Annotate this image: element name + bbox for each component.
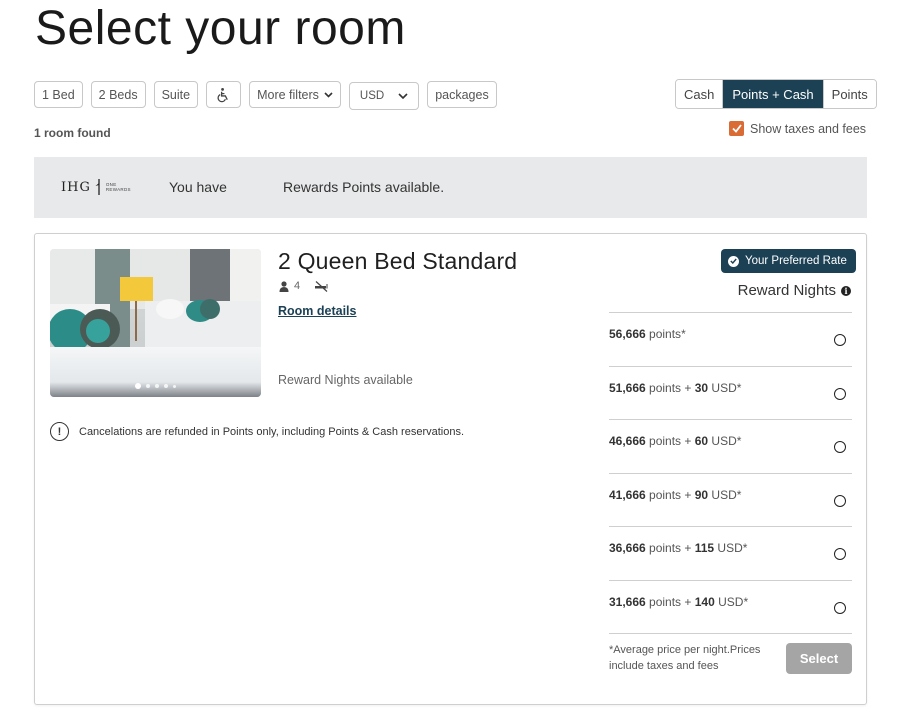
cancellation-note: ! Cancelations are refunded in Points on… [50, 422, 464, 441]
rate-option-radio[interactable] [834, 548, 846, 561]
max-guests: 4 [294, 280, 301, 292]
carousel-dot[interactable] [164, 384, 168, 388]
reward-nights-availability: Reward Nights available [278, 373, 413, 387]
room-filters: 1 Bed 2 Beds Suite More filters USD pack… [34, 81, 497, 110]
rooms-found-count: 1 room found [34, 126, 111, 140]
rate-option-text: 46,666 points + 60 USD* [609, 434, 742, 449]
carousel-dot[interactable] [135, 383, 141, 389]
ihg-one-rewards-logo: IHG ONE REWARDS [61, 179, 131, 195]
chevron-down-icon [398, 93, 408, 99]
rate-option[interactable]: 46,666 points + 60 USD* [609, 419, 852, 473]
filter-suite-button[interactable]: Suite [153, 81, 199, 108]
currency-select[interactable]: USD [348, 82, 420, 110]
rate-toggle-cash[interactable]: Cash [676, 80, 723, 108]
more-filters-label: More filters [257, 87, 319, 102]
rate-option-text: 31,666 points + 140 USD* [609, 594, 749, 609]
preferred-rate-badge: Your Preferred Rate [721, 249, 856, 273]
rewards-you-have: You have [169, 179, 227, 195]
wheelchair-icon [217, 87, 228, 102]
filter-2-beds-button[interactable]: 2 Beds [90, 81, 146, 108]
check-circle-icon [728, 255, 739, 267]
rate-type-title: Reward Nights i [738, 282, 851, 299]
show-taxes-checkbox[interactable] [729, 121, 744, 136]
rate-option[interactable]: 36,666 points + 115 USD* [609, 526, 852, 580]
show-taxes-label: Show taxes and fees [750, 121, 867, 136]
chevron-down-icon [324, 91, 333, 98]
cancellation-text: Cancelations are refunded in Points only… [79, 425, 465, 438]
preferred-rate-label: Your Preferred Rate [745, 255, 847, 267]
carousel-dot[interactable] [146, 384, 150, 388]
carousel-dot[interactable] [155, 384, 159, 388]
show-taxes-toggle[interactable]: Show taxes and fees [729, 121, 866, 136]
rate-option-radio[interactable] [834, 494, 846, 507]
room-name: 2 Queen Bed Standard [278, 248, 518, 274]
room-meta: 4 [279, 280, 329, 292]
rate-type-toggle: Cash Points + Cash Points [675, 79, 877, 109]
carousel-dot[interactable] [173, 384, 176, 388]
rewards-banner: IHG ONE REWARDS You have Rewards Points … [34, 157, 867, 218]
rate-option-text: 56,666 points* [609, 327, 686, 341]
packages-button[interactable]: packages [427, 81, 497, 108]
room-photo [50, 249, 261, 397]
more-filters-button[interactable]: More filters [249, 81, 341, 108]
rate-type-label: Reward Nights [737, 282, 836, 299]
rate-option-text: 41,666 points + 90 USD* [609, 487, 742, 502]
rate-option[interactable]: 56,666 points* [609, 312, 852, 366]
rate-toggle-points[interactable]: Points [822, 80, 876, 108]
currency-value: USD [359, 90, 385, 102]
rewards-points-available: Rewards Points available. [283, 179, 445, 195]
rate-option[interactable]: 41,666 points + 90 USD* [609, 472, 852, 527]
filter-accessible-button[interactable] [206, 81, 242, 108]
rate-option[interactable]: 51,666 points + 30 USD* [609, 365, 852, 420]
room-card: 2 Queen Bed Standard 4 Room details Rewa… [34, 233, 867, 705]
rate-option-text: 51,666 points + 30 USD* [609, 380, 742, 395]
rate-options-list: 56,666 points* 51,666 points + 30 USD* 4… [609, 312, 852, 634]
carousel-dots [50, 383, 261, 389]
rate-option-text: 36,666 points + 115 USD* [609, 541, 748, 556]
page-title: Select your room [35, 2, 406, 55]
person-icon [279, 280, 289, 292]
room-photo-carousel[interactable] [50, 249, 261, 397]
no-smoking-icon [315, 280, 328, 292]
rate-option-radio[interactable] [834, 387, 846, 400]
ihg-logo-text: IHG [61, 179, 91, 195]
rate-option-radio[interactable] [834, 334, 846, 346]
rate-option-radio[interactable] [834, 441, 846, 454]
rate-option[interactable]: 31,666 points + 140 USD* [609, 579, 852, 634]
one-rewards-text: ONE REWARDS [105, 182, 131, 192]
exclamation-icon: ! [50, 422, 69, 441]
price-footnote: *Average price per night.Prices include … [609, 644, 761, 672]
rate-toggle-points-cash[interactable]: Points + Cash [722, 80, 823, 108]
checkmark-icon [731, 124, 742, 133]
info-icon[interactable]: i [841, 285, 851, 296]
rate-option-radio[interactable] [834, 601, 846, 614]
select-button[interactable]: Select [786, 643, 852, 674]
room-details-link[interactable]: Room details [278, 304, 357, 318]
filter-1-bed-button[interactable]: 1 Bed [34, 81, 83, 108]
ihg-logo-mark-icon [95, 179, 100, 195]
